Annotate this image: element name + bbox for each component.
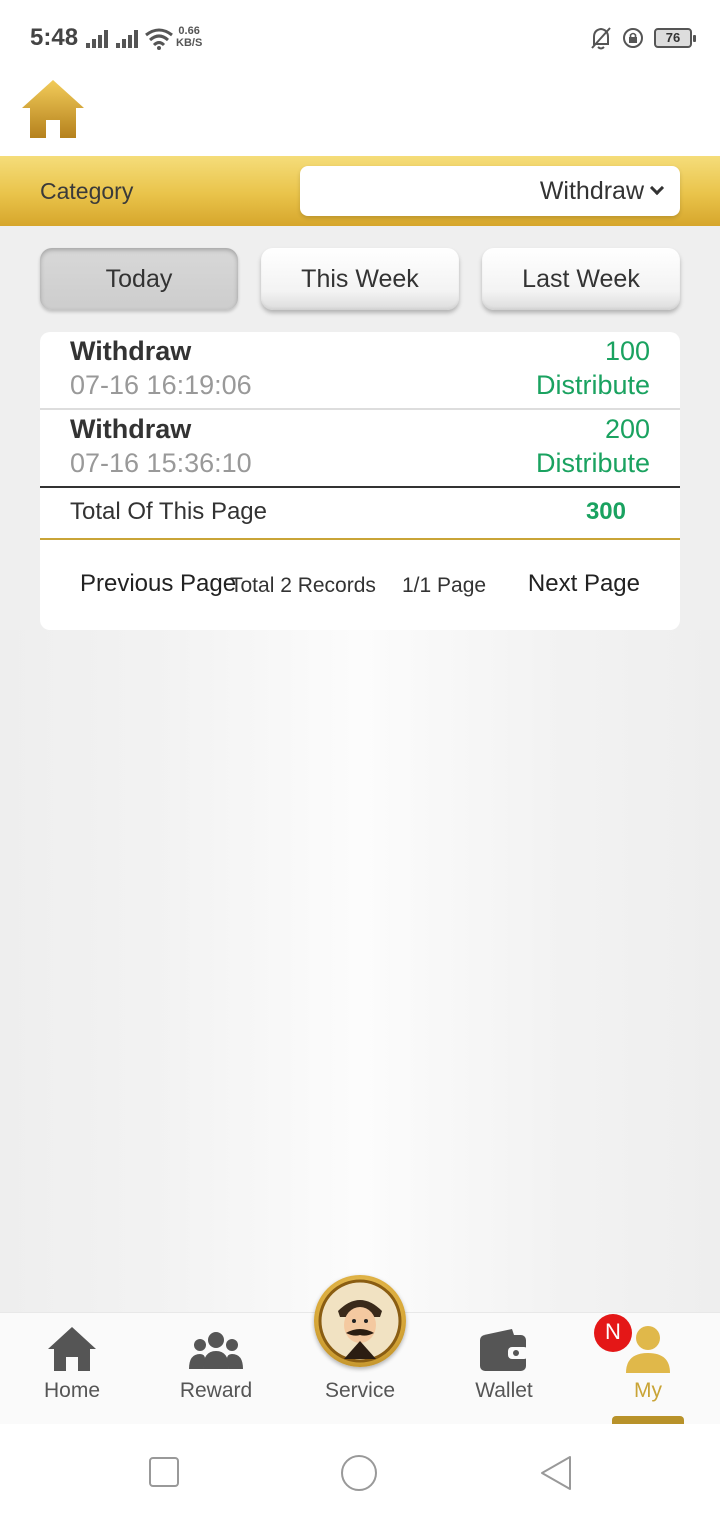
tab-this-week[interactable]: This Week — [261, 248, 459, 310]
nav-label: My — [634, 1379, 662, 1402]
record-title: Withdraw — [70, 336, 192, 366]
notification-badge: N — [594, 1314, 632, 1352]
category-select[interactable]: Withdraw — [300, 166, 680, 216]
record-amount: 100 — [604, 336, 650, 366]
net-speed: 0.66 KB/S — [176, 25, 202, 49]
total-records: Total 2 Records — [230, 574, 376, 597]
top-bar — [0, 76, 720, 156]
status-right: 76 — [590, 26, 696, 50]
pagination: Previous Page Total 2 Records 1/1 Page N… — [40, 540, 680, 628]
nav-home[interactable]: Home — [0, 1313, 144, 1425]
list-item[interactable]: Withdraw 07-16 15:36:10 200 Distribute — [40, 410, 680, 488]
total-value: 300 — [585, 498, 626, 525]
list-item[interactable]: Withdraw 07-16 16:19:06 100 Distribute — [40, 332, 680, 410]
category-selected-value: Withdraw — [539, 176, 644, 205]
home-button[interactable] — [20, 76, 86, 142]
home-circle-icon[interactable] — [340, 1454, 378, 1492]
nav-label: Service — [324, 1379, 396, 1402]
record-status: Distribute — [535, 370, 650, 400]
next-page-button[interactable]: Next Page — [528, 570, 640, 598]
status-bar: 5:48 0.66 KB/S 76 — [0, 0, 720, 76]
net-speed-value: 0.66 — [178, 25, 200, 37]
nav-label: Home — [43, 1379, 101, 1402]
system-nav-bar — [0, 1424, 720, 1520]
home-icon — [22, 80, 84, 138]
recent-apps-icon[interactable] — [148, 1456, 180, 1488]
record-status: Distribute — [535, 448, 650, 478]
battery-icon: 76 — [654, 28, 696, 48]
previous-page-button[interactable]: Previous Page — [80, 570, 236, 598]
total-row: Total Of This Page 300 — [40, 488, 680, 540]
status-time: 5:48 — [30, 24, 79, 51]
nav-label: Wallet — [475, 1379, 533, 1402]
record-title: Withdraw — [70, 414, 192, 444]
nav-wallet[interactable]: Wallet — [432, 1313, 576, 1425]
tab-last-week[interactable]: Last Week — [482, 248, 680, 310]
wifi-icon — [145, 28, 173, 50]
signal-icon — [86, 30, 108, 48]
record-time: 07-16 15:36:10 — [70, 448, 252, 478]
home-icon — [48, 1327, 96, 1371]
nav-service[interactable]: Service — [288, 1275, 432, 1425]
tab-today[interactable]: Today — [40, 248, 238, 310]
service-avatar — [314, 1275, 406, 1367]
nav-label: Reward — [179, 1379, 253, 1402]
active-tab-indicator — [612, 1416, 684, 1424]
record-amount: 200 — [604, 414, 650, 444]
category-label: Category — [40, 178, 134, 204]
wallet-icon — [480, 1329, 528, 1371]
net-speed-unit: KB/S — [176, 37, 203, 49]
chevron-down-icon — [649, 180, 665, 196]
content-background — [0, 630, 720, 1312]
records-card: Withdraw 07-16 16:19:06 100 Distribute W… — [40, 332, 680, 630]
rotation-lock-icon — [623, 28, 643, 48]
total-label: Total Of This Page — [70, 498, 267, 525]
date-range-tabs: Today This Week Last Week — [40, 248, 680, 312]
back-icon[interactable] — [538, 1454, 574, 1492]
signal-icon-2 — [116, 30, 138, 48]
category-bar: Category Withdraw — [0, 156, 720, 226]
nav-reward[interactable]: Reward — [144, 1313, 288, 1425]
group-icon — [189, 1332, 243, 1369]
record-time: 07-16 16:19:06 — [70, 370, 252, 400]
page-indicator: 1/1 Page — [402, 574, 487, 597]
bell-muted-icon — [591, 27, 611, 50]
mascot-icon — [318, 1279, 402, 1363]
